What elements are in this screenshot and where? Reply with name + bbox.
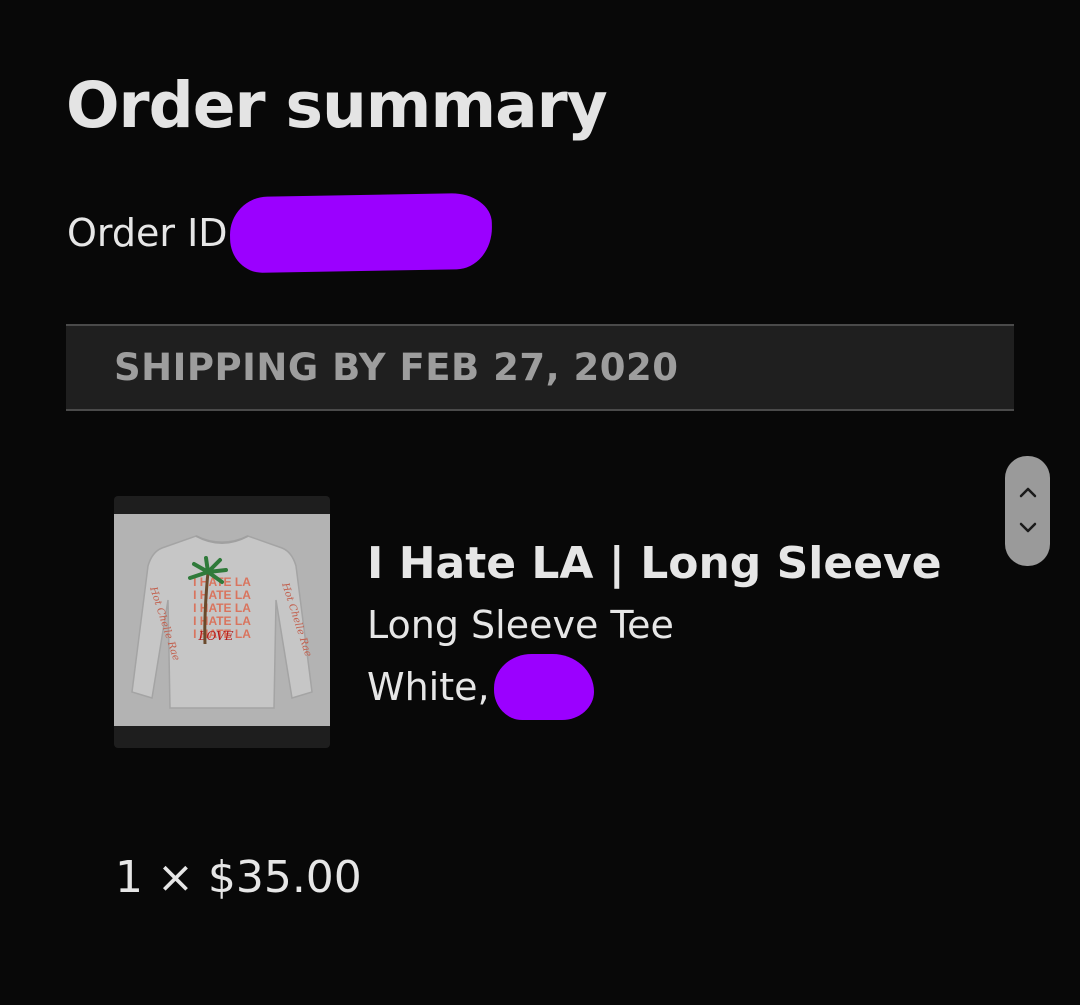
- chevron-up-icon[interactable]: [1005, 472, 1050, 512]
- product-name[interactable]: I Hate LA | Long Sleeve: [367, 532, 942, 596]
- size-redaction: [493, 654, 594, 720]
- shipping-banner: SHIPPING BY FEB 27, 2020: [66, 324, 1014, 411]
- chevron-down-icon[interactable]: [1005, 508, 1050, 548]
- product-image[interactable]: I HATE LA I HATE LA I HATE LA I HATE LA …: [114, 496, 330, 748]
- order-id-label: Order ID: [67, 211, 228, 255]
- scroll-control[interactable]: [1005, 456, 1050, 566]
- svg-text:LOVE: LOVE: [197, 629, 233, 643]
- svg-text:I HATE LA: I HATE LA: [193, 588, 251, 602]
- svg-text:I HATE LA: I HATE LA: [193, 614, 251, 628]
- quantity-price: 1 × $35.00: [115, 852, 362, 903]
- shipping-date-text: SHIPPING BY FEB 27, 2020: [114, 346, 679, 389]
- shirt-graphic-text: I HATE LA I HATE LA I HATE LA I HATE LA …: [193, 575, 251, 643]
- product-type: Long Sleeve Tee: [367, 603, 674, 647]
- long-sleeve-shirt-image: I HATE LA I HATE LA I HATE LA I HATE LA …: [114, 514, 330, 726]
- svg-text:I HATE LA: I HATE LA: [193, 601, 251, 615]
- product-variant: White,: [367, 654, 942, 720]
- product-info: I Hate LA | Long Sleeve Long Sleeve Tee …: [367, 532, 942, 720]
- product-color-label: White,: [367, 665, 490, 709]
- order-id-redaction: [228, 192, 493, 274]
- page-title: Order summary: [66, 69, 608, 142]
- order-id-row: Order ID: [67, 192, 493, 274]
